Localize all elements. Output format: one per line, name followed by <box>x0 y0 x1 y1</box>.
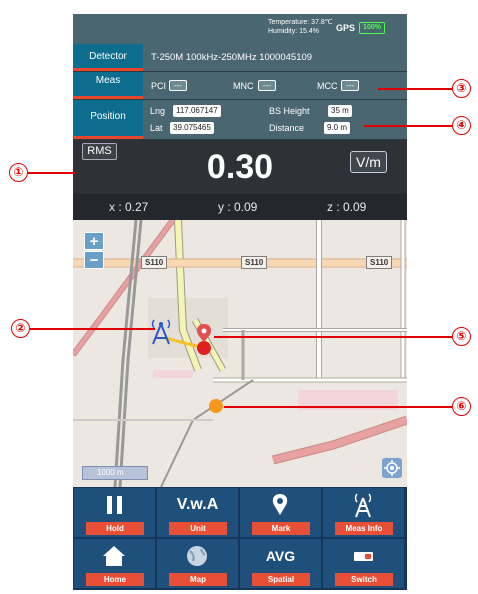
figure: Temperature: 37.8℃ Humidity: 15.4% GPS 1… <box>0 0 478 594</box>
vwa-icon: V.w.A <box>176 496 219 513</box>
mcc-label: MCC <box>317 81 338 91</box>
callout-4: ④ <box>452 116 471 135</box>
home-icon <box>74 541 155 573</box>
callout-3-line <box>378 88 452 90</box>
locate-button[interactable] <box>382 458 402 478</box>
road-label-s110: S110 <box>366 256 393 269</box>
road-label-s110: S110 <box>241 256 268 269</box>
detector-value: T-250M 100kHz-250MHz 1000045109 <box>151 52 313 63</box>
meas-label: Meas <box>95 75 121 86</box>
map-button[interactable]: Map <box>156 538 239 589</box>
rms-mode-button[interactable]: RMS <box>82 143 117 160</box>
callout-1-line <box>28 172 75 174</box>
battery-icon: 100% <box>359 22 385 34</box>
scale-label: 1000 m <box>97 468 124 477</box>
mnc-value: --- <box>258 80 276 91</box>
z-axis-value: z : 0.09 <box>327 200 367 214</box>
position-tab[interactable]: Position <box>73 100 143 139</box>
callout-2-line <box>30 328 155 330</box>
y-axis-value: y : 0.09 <box>218 200 258 214</box>
distance-value: 9.0 m <box>324 122 351 134</box>
status-bar: Temperature: 37.8℃ Humidity: 15.4% GPS 1… <box>73 14 407 44</box>
map-label: Map <box>169 573 227 586</box>
detector-tab[interactable]: Detector <box>73 44 143 71</box>
detector-label: Detector <box>89 51 127 62</box>
callout-4-line <box>364 125 452 127</box>
bs-height-label: BS Height <box>269 106 310 116</box>
scale-bar: 1000 m <box>82 466 148 480</box>
lat-value: 39.075465 <box>170 122 214 134</box>
home-button[interactable]: Home <box>73 538 156 589</box>
callout-5: ⑤ <box>452 327 471 346</box>
map-canvas <box>73 220 407 487</box>
tower-icon <box>323 490 404 522</box>
measurement-panel: RMS 0.30 V/m x : 0.27 y : 0.09 z : 0.09 <box>73 140 407 220</box>
field-strength-value: 0.30 <box>206 148 274 186</box>
road-label-s110: S110 <box>141 256 168 269</box>
temperature-readout: Temperature: 37.8℃ <box>268 19 333 26</box>
unit-toggle-button[interactable]: V.w.A Unit <box>156 487 239 538</box>
zoom-out-button[interactable]: − <box>84 251 104 269</box>
tab-accent <box>73 136 143 139</box>
position-label: Position <box>90 111 126 122</box>
spatial-label: Spatial <box>252 573 310 586</box>
distance-label: Distance <box>269 123 305 133</box>
tab-accent <box>73 68 143 71</box>
lat-label: Lat <box>150 123 163 133</box>
callout-3: ③ <box>452 79 471 98</box>
unit-label: Unit <box>169 522 227 535</box>
detector-row: Detector T-250M 100kHz-250MHz 1000045109 <box>73 44 407 72</box>
zoom-in-button[interactable]: + <box>84 232 104 250</box>
app-screen: Temperature: 37.8℃ Humidity: 15.4% GPS 1… <box>73 14 407 590</box>
axes-readout: x : 0.27 y : 0.09 z : 0.09 <box>73 194 407 220</box>
switch-label: Switch <box>335 573 393 586</box>
hold-button[interactable]: Hold <box>73 487 156 538</box>
meas-row: Meas PCI --- MNC --- MCC --- <box>73 72 407 100</box>
callout-6-line <box>224 406 452 408</box>
lng-value: 117.067147 <box>173 105 221 117</box>
pci-label: PCI <box>151 81 167 91</box>
callout-2: ② <box>11 319 30 338</box>
spatial-button[interactable]: AVG Spatial <box>239 538 322 589</box>
bs-height-value: 35 m <box>328 105 352 117</box>
humidity-readout: Humidity: 15.4% <box>268 28 319 35</box>
home-label: Home <box>86 573 144 586</box>
pause-icon <box>74 490 155 522</box>
meas-tab[interactable]: Meas <box>73 72 143 99</box>
position-row: Position Lng 117.067147 Lat 39.075465 BS… <box>73 100 407 140</box>
callout-5-line <box>214 336 452 338</box>
meas-info-label: Meas Info <box>335 522 393 535</box>
tab-accent <box>73 96 143 99</box>
mnc-label: MNC <box>233 81 254 91</box>
gps-indicator: GPS <box>336 23 356 33</box>
lng-label: Lng <box>150 106 166 116</box>
mcc-value: --- <box>341 80 359 91</box>
bottom-toolbar: Hold V.w.A Unit Mark Meas Info Home Map … <box>73 487 407 590</box>
mark-button[interactable]: Mark <box>239 487 322 538</box>
avg-icon: AVG <box>265 548 296 564</box>
x-axis-value: x : 0.27 <box>109 200 149 214</box>
unit-button[interactable]: V/m <box>350 151 387 173</box>
pin-icon <box>240 490 321 522</box>
crosshair-icon <box>384 460 400 476</box>
meas-info-button[interactable]: Meas Info <box>322 487 405 538</box>
globe-icon <box>157 541 238 573</box>
switch-icon <box>323 541 404 573</box>
pci-value: --- <box>169 80 187 91</box>
switch-button[interactable]: Switch <box>322 538 405 589</box>
callout-1: ① <box>9 163 28 182</box>
hold-label: Hold <box>86 522 144 535</box>
callout-6: ⑥ <box>452 397 471 416</box>
map-view[interactable]: S110 S110 S110 + − 1000 m <box>73 220 407 487</box>
mark-label: Mark <box>252 522 310 535</box>
